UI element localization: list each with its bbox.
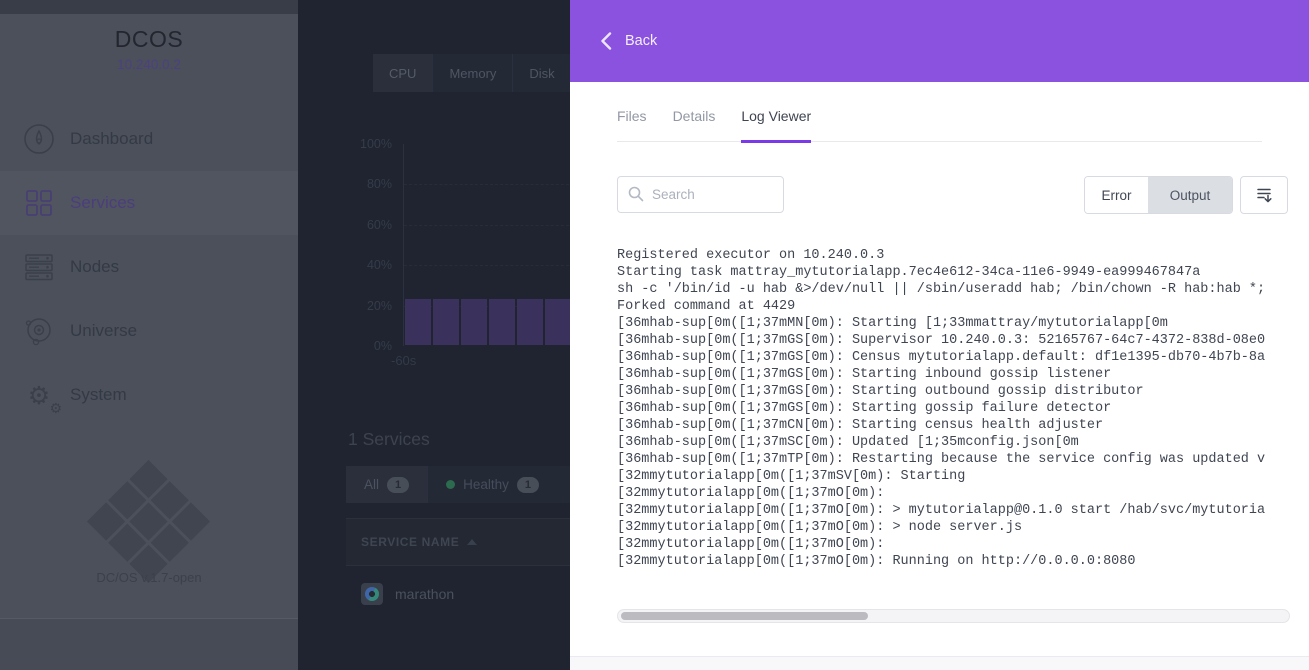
bar: [461, 299, 487, 345]
app-title: DCOS: [0, 26, 298, 53]
error-stream-button[interactable]: Error: [1085, 177, 1148, 213]
log-download-icon: [1254, 185, 1274, 205]
x-tick: -60s: [391, 353, 416, 368]
sidebar: DCOS 10.240.0.2 Dashboard Services Nodes: [0, 0, 298, 670]
log-output: Registered executor on 10.240.0.3 Starti…: [617, 247, 1309, 572]
services-heading: 1 Services: [348, 429, 430, 450]
tab-cpu[interactable]: CPU: [373, 54, 432, 92]
filter-tab-all[interactable]: All 1: [346, 466, 427, 503]
sort-asc-icon: [467, 539, 477, 545]
chevron-left-icon: [600, 32, 612, 50]
filter-label: All: [364, 477, 379, 492]
search-icon: [628, 186, 644, 202]
version-label: DC/OS v.1.7-open: [0, 570, 298, 585]
detail-tabs: Files Details Log Viewer: [617, 108, 1262, 142]
marathon-icon: [361, 583, 383, 605]
stream-toggle-group: Error Output: [1084, 176, 1233, 214]
screen: DCOS 10.240.0.2 Dashboard Services Nodes: [0, 0, 1309, 670]
output-stream-button[interactable]: Output: [1148, 177, 1232, 213]
sidebar-item-system[interactable]: ⚙ ⚙ System: [0, 363, 298, 427]
scrollbar-thumb[interactable]: [621, 612, 868, 620]
back-label: Back: [625, 33, 657, 49]
bar: [517, 299, 543, 345]
bar: [489, 299, 515, 345]
bar: [433, 299, 459, 345]
log-line: Registered executor on 10.240.0.3: [617, 247, 1309, 264]
log-line: [36mhab-sup[0m([1;37mGS[0m): Starting in…: [617, 366, 1309, 383]
log-line: [32mmytutorialapp[0m([1;37mO[0m): > node…: [617, 519, 1309, 536]
filter-label: Healthy: [463, 477, 509, 492]
cpu-usage-bars: [405, 299, 571, 345]
y-tick: 20%: [332, 299, 392, 313]
log-line: [36mhab-sup[0m([1;37mSC[0m): Updated [1;…: [617, 434, 1309, 451]
download-log-button[interactable]: [1240, 176, 1288, 214]
gridline: [404, 184, 574, 185]
count-badge: 1: [517, 477, 539, 493]
resource-tabs: CPU Memory Disk: [373, 54, 571, 92]
log-line: [36mhab-sup[0m([1;37mGS[0m): Census mytu…: [617, 349, 1309, 366]
gridline: [404, 225, 574, 226]
service-name: marathon: [395, 586, 454, 602]
y-tick: 60%: [332, 218, 392, 232]
back-button[interactable]: Back: [600, 32, 657, 50]
column-service-name: SERVICE NAME: [361, 535, 459, 549]
sidebar-nav: Dashboard Services Nodes Universe: [0, 107, 298, 427]
tab-disk[interactable]: Disk: [512, 54, 570, 92]
y-tick: 40%: [332, 258, 392, 272]
cluster-ip: 10.240.0.2: [0, 57, 298, 72]
sidebar-item-label: Nodes: [70, 257, 119, 277]
modal-footer: [570, 656, 1309, 670]
log-line: [36mhab-sup[0m([1;37mMN[0m): Starting [1…: [617, 315, 1309, 332]
sidebar-item-dashboard[interactable]: Dashboard: [0, 107, 298, 171]
tab-memory[interactable]: Memory: [432, 54, 512, 92]
log-line: [32mmytutorialapp[0m([1;37mO[0m):: [617, 485, 1309, 502]
sidebar-item-services[interactable]: Services: [0, 171, 298, 235]
sidebar-item-nodes[interactable]: Nodes: [0, 235, 298, 299]
log-line: [36mhab-sup[0m([1;37mGS[0m): Starting ou…: [617, 383, 1309, 400]
log-line: Starting task mattray_mytutorialapp.7ec4…: [617, 264, 1309, 281]
y-tick: 80%: [332, 177, 392, 191]
sidebar-top-strip: [0, 0, 298, 14]
dcos-diamond-logo: [87, 460, 210, 583]
tab-log-viewer[interactable]: Log Viewer: [741, 108, 811, 143]
y-tick: 0%: [332, 339, 392, 353]
log-line: [36mhab-sup[0m([1;37mCN[0m): Starting ce…: [617, 417, 1309, 434]
log-line: sh -c '/bin/id -u hab &>/dev/null || /sb…: [617, 281, 1309, 298]
healthy-dot-icon: [446, 480, 455, 489]
log-search: [617, 176, 784, 213]
log-line: [32mmytutorialapp[0m([1;37mO[0m):: [617, 536, 1309, 553]
sidebar-item-label: Universe: [70, 321, 137, 341]
sidebar-item-label: Services: [70, 193, 135, 213]
servers-icon: [22, 250, 56, 284]
bar: [545, 299, 571, 345]
sidebar-item-label: System: [70, 385, 127, 405]
log-line: [36mhab-sup[0m([1;37mGS[0m): Supervisor …: [617, 332, 1309, 349]
planet-icon: [22, 314, 56, 348]
log-line: [32mmytutorialapp[0m([1;37mO[0m): Runnin…: [617, 553, 1309, 570]
log-line: Forked command at 4429: [617, 298, 1309, 315]
modal-header: Back: [570, 0, 1309, 82]
sidebar-item-universe[interactable]: Universe: [0, 299, 298, 363]
log-horizontal-scrollbar[interactable]: [617, 609, 1290, 623]
chart-y-axis: [403, 144, 404, 346]
gridline: [404, 265, 574, 266]
tab-details[interactable]: Details: [673, 108, 716, 141]
tab-files[interactable]: Files: [617, 108, 647, 141]
log-line: [36mhab-sup[0m([1;37mGS[0m): Starting go…: [617, 400, 1309, 417]
grid-icon: [22, 186, 56, 220]
y-tick: 100%: [332, 137, 392, 151]
filter-tab-healthy[interactable]: Healthy 1: [427, 466, 557, 503]
gears-icon: ⚙ ⚙: [22, 378, 56, 412]
sidebar-item-label: Dashboard: [70, 129, 153, 149]
log-line: [36mhab-sup[0m([1;37mTP[0m): Restarting …: [617, 451, 1309, 468]
bar: [405, 299, 431, 345]
task-detail-panel: Back Files Details Log Viewer Error Outp…: [570, 0, 1309, 670]
gauge-icon: [22, 122, 56, 156]
count-badge: 1: [387, 477, 409, 493]
log-line: [32mmytutorialapp[0m([1;37mSV[0m): Start…: [617, 468, 1309, 485]
log-line: [32mmytutorialapp[0m([1;37mO[0m): > mytu…: [617, 502, 1309, 519]
user-bar: [0, 619, 298, 670]
